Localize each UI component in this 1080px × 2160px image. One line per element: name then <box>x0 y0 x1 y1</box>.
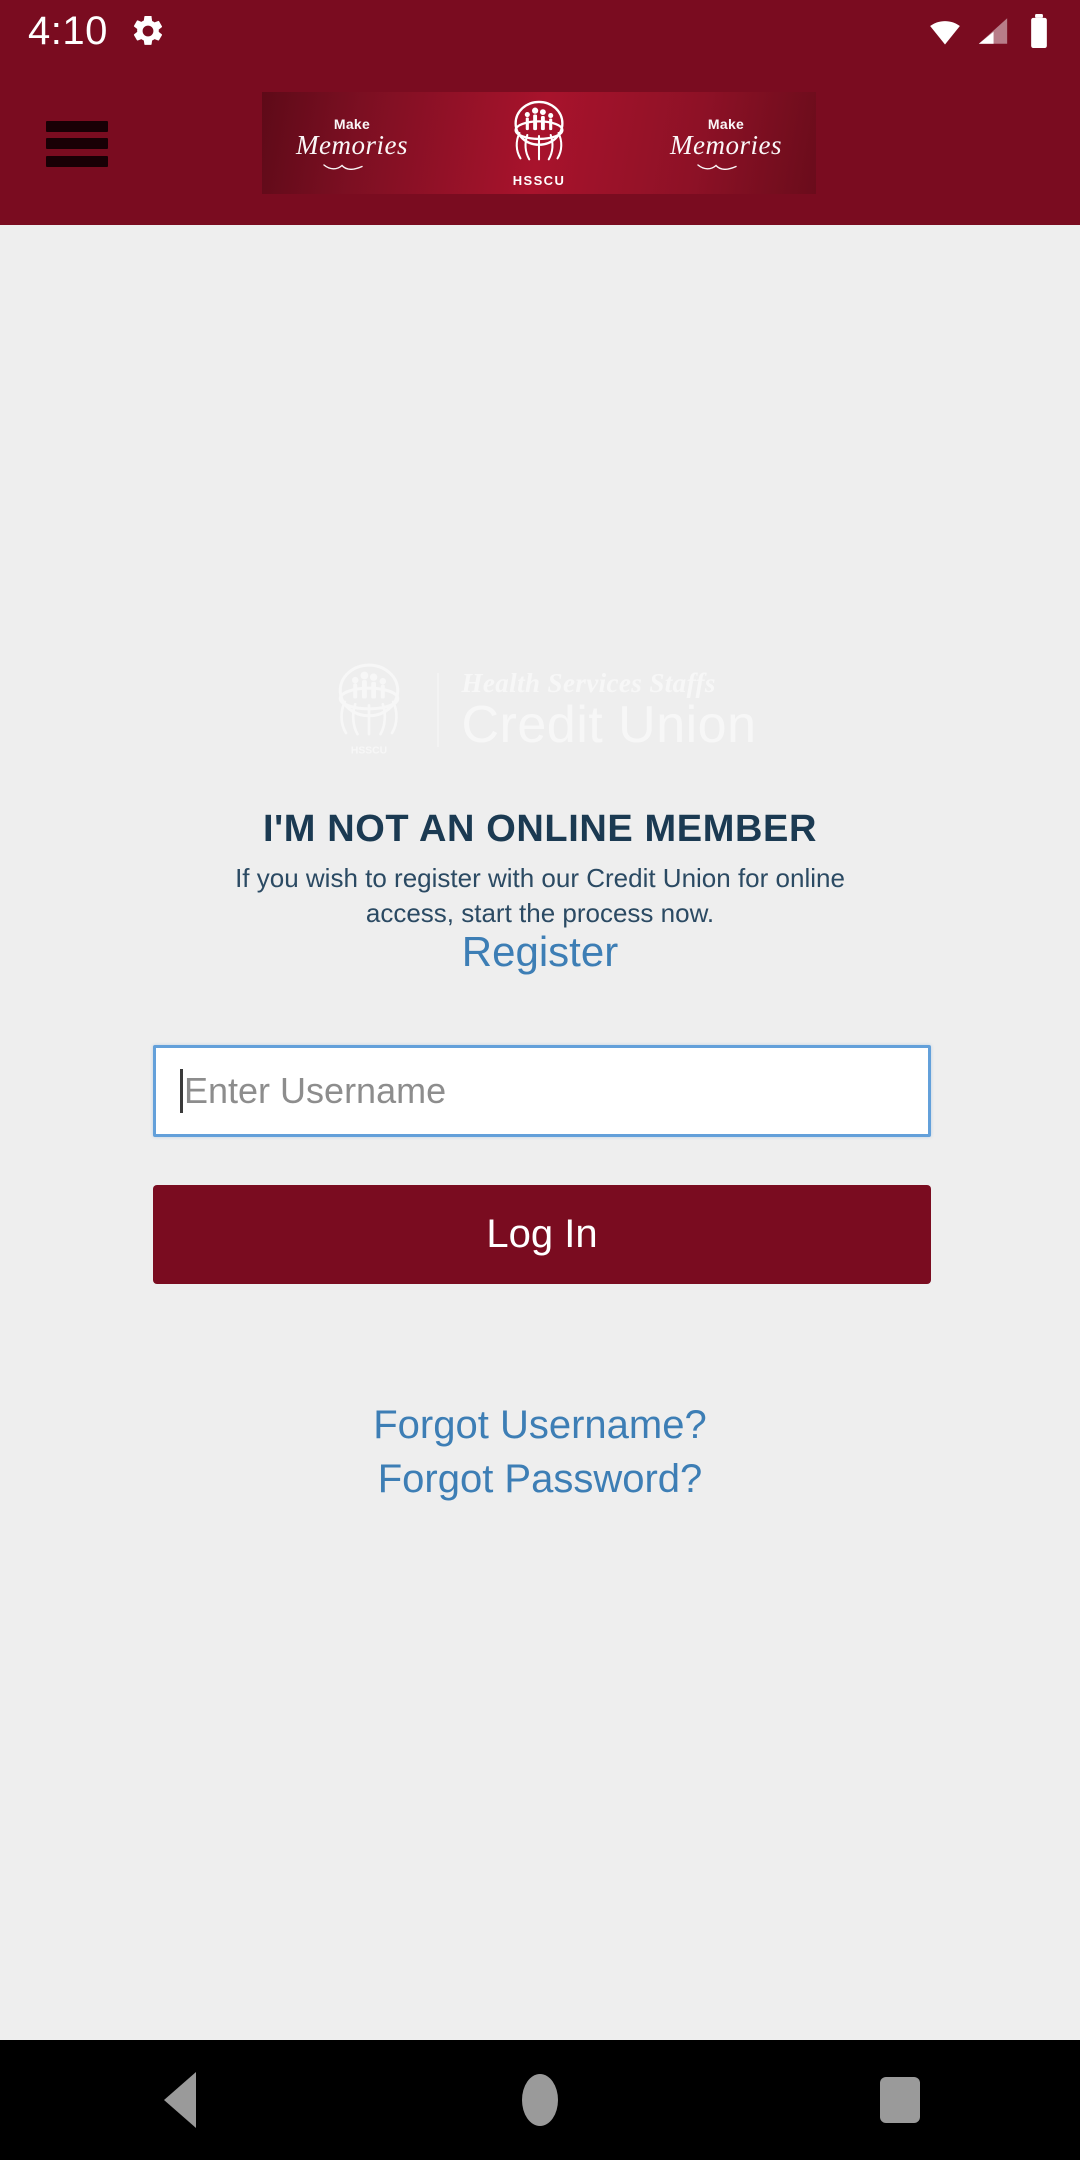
banner-tagline-script: Memories <box>670 129 782 160</box>
mobile-screen: 4:10 Make Memories Make Memories HSSCU H… <box>0 0 1080 2160</box>
gear-icon <box>130 13 166 49</box>
banner-tagline-small: Make <box>333 115 371 132</box>
app-header: Make Memories Make Memories HSSCU <box>0 62 1080 225</box>
header-banner[interactable]: Make Memories Make Memories HSSCU <box>262 92 816 194</box>
page-title: I'M NOT AN ONLINE MEMBER <box>262 808 817 850</box>
watermark-divider <box>437 673 440 747</box>
svg-text:HSSCU: HSSCU <box>351 746 387 757</box>
banner-tagline-script: Memories <box>296 129 408 160</box>
banner-tagline-small: Make <box>707 115 745 132</box>
hamburger-menu-icon[interactable] <box>46 120 108 167</box>
status-bar-clock: 4:10 <box>28 8 108 53</box>
credit-union-watermark-logo: HSSCU Health Services Staffs Credit Unio… <box>0 660 1080 760</box>
swoosh-icon <box>323 163 363 170</box>
hamburger-bar <box>46 138 108 149</box>
home-circle-icon <box>522 2074 558 2126</box>
android-navigation-bar <box>0 2040 1080 2160</box>
watermark-line-2: Credit Union <box>461 695 757 754</box>
battery-icon <box>1024 14 1054 48</box>
hsscu-hands-family-logo-icon: HSSCU <box>339 663 400 757</box>
register-link[interactable]: Register <box>0 928 1080 976</box>
nav-home-button[interactable] <box>480 2040 600 2160</box>
cell-signal-icon <box>976 14 1010 48</box>
status-bar: 4:10 <box>0 0 1080 62</box>
banner-tagline-left: Make Memories <box>296 117 408 170</box>
watermark-line-1: Health Services Staffs <box>461 667 716 698</box>
nav-recents-button[interactable] <box>840 2040 960 2160</box>
page-description: If you wish to register with our Credit … <box>235 863 845 928</box>
recents-square-icon <box>880 2077 920 2123</box>
nav-back-button[interactable] <box>120 2040 240 2160</box>
text-cursor <box>180 1069 183 1113</box>
username-placeholder: Enter Username <box>184 1070 447 1111</box>
wifi-icon <box>928 14 962 48</box>
forgot-username-link[interactable]: Forgot Username? <box>0 1403 1080 1448</box>
back-triangle-icon <box>164 2072 196 2128</box>
username-input[interactable]: Enter Username <box>153 1045 931 1137</box>
status-bar-right <box>928 14 1054 48</box>
hamburger-bar <box>46 120 108 132</box>
login-button[interactable]: Log In <box>153 1185 931 1284</box>
banner-logo-label: HSSCU <box>512 173 566 188</box>
main-content: HSSCU Health Services Staffs Credit Unio… <box>0 225 1080 2040</box>
banner-tagline-right: Make Memories <box>670 117 782 170</box>
swoosh-icon <box>697 163 737 170</box>
hamburger-bar <box>46 155 108 167</box>
forgot-password-link[interactable]: Forgot Password? <box>0 1457 1080 1502</box>
status-bar-left: 4:10 <box>28 9 166 54</box>
hsscu-hands-family-logo-icon: HSSCU <box>500 98 578 188</box>
